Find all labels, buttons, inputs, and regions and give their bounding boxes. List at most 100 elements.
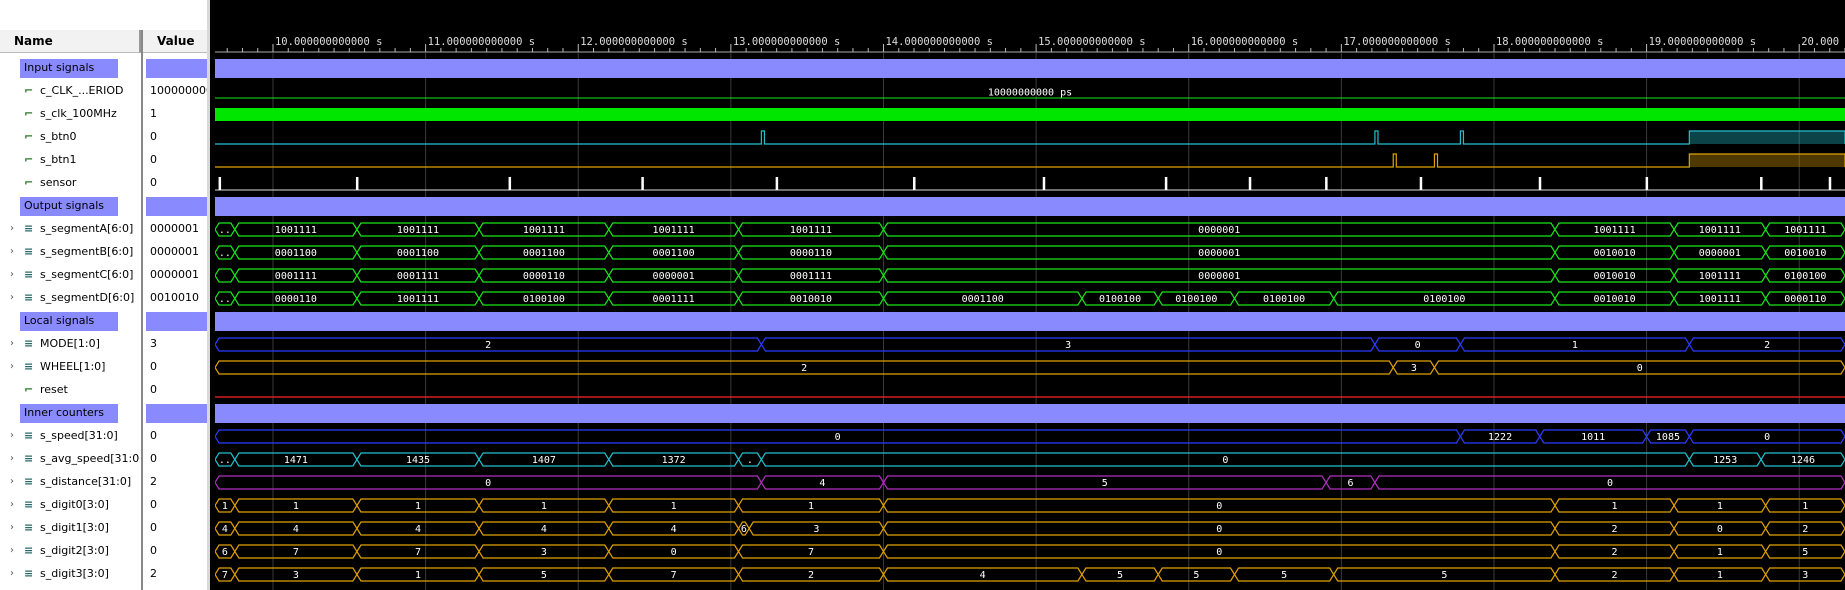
signal-row-c-clk-eriod[interactable]: ⌐ c_CLK_...ERIOD 10000000000 (0, 80, 207, 103)
signal-row-s-speed[interactable]: › ≡ s_speed[31:0] 0 (0, 425, 207, 448)
expand-chevron-icon[interactable]: › (10, 246, 20, 257)
signal-row-s-digit3[interactable]: › ≡ s_digit3[3:0] 2 (0, 563, 207, 586)
bus-value-label: 1 (293, 501, 299, 512)
group-row-input-signals[interactable]: Input signals (0, 57, 207, 80)
signal-row-reset[interactable]: ⌐ reset 0 (0, 379, 207, 402)
bus-value-label: 4 (222, 524, 228, 535)
signal-row-s-avg-speed[interactable]: › ≡ s_avg_speed[31:0] 0 (0, 448, 207, 471)
sensor-pulse (775, 177, 779, 190)
sensor-pulse (1828, 177, 1832, 190)
bus-signal-icon: ≡ (24, 268, 34, 281)
signal-row-s-segmentd[interactable]: › ≡ s_segmentD[6:0] 0010010 (0, 287, 207, 310)
signal-row-wheel[interactable]: › ≡ WHEEL[1:0] 0 (0, 356, 207, 379)
expand-chevron-icon[interactable]: › (10, 361, 20, 372)
bus-value-label: 7 (293, 547, 299, 558)
value-column-header[interactable]: Value (143, 30, 210, 53)
signal-name: s_digit1[3:0] (40, 521, 109, 534)
bus-value-label: 3 (813, 524, 819, 535)
bus-value-label: 1246 (1791, 455, 1815, 466)
signal-value: 10000000000 (150, 84, 207, 97)
group-row-inner-counters[interactable]: Inner counters (0, 402, 207, 425)
bus-value-label: 0000001 (1198, 248, 1240, 259)
signal-row-mode[interactable]: › ≡ MODE[1:0] 3 (0, 333, 207, 356)
sensor-pulse (913, 177, 916, 190)
bus-value-label: 5 (1193, 570, 1199, 581)
bus-value-label: 0 (671, 547, 677, 558)
signal-row-s-digit2[interactable]: › ≡ s_digit2[3:0] 0 (0, 540, 207, 563)
waveform-canvas[interactable]: 10.000000000000 s 11.000000000000 s 12.000… (215, 0, 1845, 590)
signal-row-s-digit1[interactable]: › ≡ s_digit1[3:0] 0 (0, 517, 207, 540)
expand-chevron-icon[interactable]: › (10, 499, 20, 510)
signal-row-s-btn1[interactable]: ⌐ s_btn1 0 (0, 149, 207, 172)
bus-value-label: 7 (671, 570, 677, 581)
signal-row-s-digit0[interactable]: › ≡ s_digit0[3:0] 0 (0, 494, 207, 517)
signal-name: WHEEL[1:0] (40, 360, 106, 373)
bus-value-label: 1001111 (397, 225, 439, 236)
expand-chevron-icon[interactable]: › (10, 476, 20, 487)
time-tick-label: 17.000000000000 s (1343, 36, 1450, 48)
bus-value-label: 2 (1612, 570, 1618, 581)
signal-row-s-segmentb[interactable]: › ≡ s_segmentB[6:0] 0000001 (0, 241, 207, 264)
sensor-pulse (1325, 177, 1328, 190)
signal-name: reset (40, 383, 68, 396)
signal-value: 2 (150, 567, 157, 580)
group-value-highlight (146, 59, 207, 78)
bit-signal-icon: ⌐ (24, 383, 34, 396)
bus-value-label: 0001100 (653, 248, 695, 259)
signal-row-s-btn0[interactable]: ⌐ s_btn0 0 (0, 126, 207, 149)
wave-s-digit2: 6 7 7 3 0 7 0 2 1 5 (215, 544, 1845, 559)
time-tick-label: 15.000000000000 s (1038, 36, 1145, 48)
signal-value: 0 (150, 153, 157, 166)
wave-s-btn1 (215, 153, 1845, 168)
group-value-highlight (146, 197, 207, 216)
bus-value-label: .. (219, 248, 231, 259)
name-column-header[interactable]: Name (0, 30, 141, 53)
signal-name: s_btn1 (40, 153, 77, 166)
expand-chevron-icon[interactable]: › (10, 568, 20, 579)
signal-name: s_speed[31:0] (40, 429, 118, 442)
bus-value-label: 0001111 (790, 271, 832, 282)
bus-value-label: 7 (808, 547, 814, 558)
bus-value-label: 0 (1222, 455, 1228, 466)
bus-value-label: 1471 (284, 455, 308, 466)
signal-row-s-segmenta[interactable]: › ≡ s_segmentA[6:0] 0000001 (0, 218, 207, 241)
signal-row-sensor[interactable]: ⌐ sensor 0 (0, 172, 207, 195)
bus-value-label: 1 (1717, 501, 1723, 512)
signal-row-s-distance[interactable]: › ≡ s_distance[31:0] 2 (0, 471, 207, 494)
bus-value-label: 1011 (1581, 432, 1605, 443)
group-bar (215, 59, 1845, 78)
bus-value-label: 0001100 (962, 294, 1004, 305)
bus-value-label: 4 (415, 524, 421, 535)
expand-chevron-icon[interactable]: › (10, 292, 20, 303)
signal-name: s_avg_speed[31:0] (40, 452, 140, 465)
bus-value-label: 1435 (406, 455, 430, 466)
expand-chevron-icon[interactable]: › (10, 545, 20, 556)
expand-chevron-icon[interactable]: › (10, 430, 20, 441)
signal-row-s-segmentc[interactable]: › ≡ s_segmentC[6:0] 0000001 (0, 264, 207, 287)
expand-chevron-icon[interactable]: › (10, 269, 20, 280)
bus-value-label: 0001111 (397, 271, 439, 282)
bus-value-label: 5 (1117, 570, 1123, 581)
bus-value-label: 0001111 (275, 271, 317, 282)
expand-chevron-icon[interactable]: › (10, 338, 20, 349)
bit-trace (215, 153, 1845, 168)
signal-value: 0 (150, 521, 157, 534)
signal-row-s-clk-100mhz[interactable]: ⌐ s_clk_100MHz 1 (0, 103, 207, 126)
bus-signal-icon: ≡ (24, 429, 34, 442)
panel-divider[interactable] (207, 0, 210, 590)
time-tick-label: 11.000000000000 s (428, 36, 535, 48)
bus-value-label: 0000110 (275, 294, 317, 305)
group-row-local-signals[interactable]: Local signals (0, 310, 207, 333)
bus-value-label: 4 (293, 524, 299, 535)
time-tick-label: 14.000000000000 s (885, 36, 992, 48)
sensor-pulse (355, 177, 359, 190)
signal-value: 0 (150, 360, 157, 373)
signal-value: 0 (150, 452, 157, 465)
expand-chevron-icon[interactable]: › (10, 223, 20, 234)
bus-value-label: 0 (1216, 501, 1222, 512)
group-row-output-signals[interactable]: Output signals (0, 195, 207, 218)
expand-chevron-icon[interactable]: › (10, 522, 20, 533)
bus-value-label: 1 (541, 501, 547, 512)
signal-value: 0000001 (150, 222, 199, 235)
expand-chevron-icon[interactable]: › (10, 453, 20, 464)
